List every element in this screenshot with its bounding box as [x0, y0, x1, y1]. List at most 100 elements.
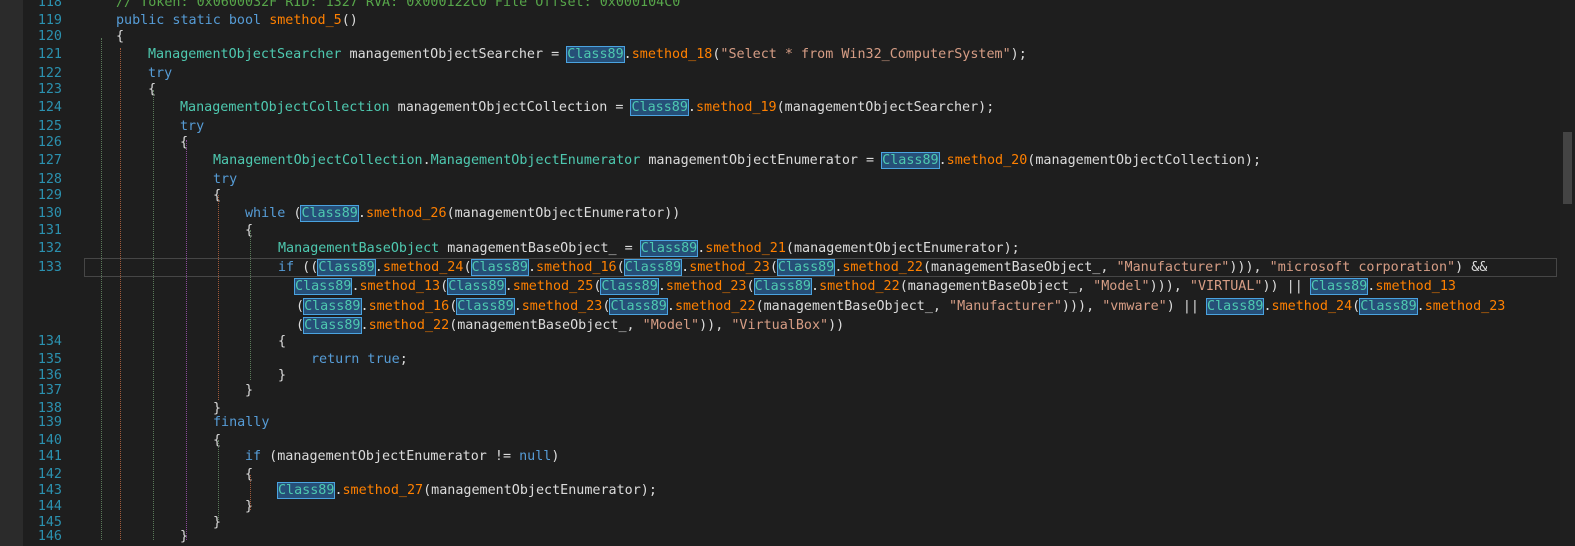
indent-guide — [101, 38, 102, 540]
code-line[interactable]: 137} — [0, 381, 1560, 400]
code-line[interactable]: 120 { — [0, 27, 1560, 46]
keyword: null — [519, 449, 552, 464]
method-name[interactable]: smethod_13 — [1375, 279, 1456, 294]
code-token: { — [278, 334, 287, 349]
indent-guide — [218, 195, 219, 400]
string-literal: "microsoft corporation" — [1269, 260, 1456, 275]
code-token: . — [1263, 299, 1272, 314]
code-line[interactable]: 129{ — [0, 186, 1560, 205]
string-literal: "Model" — [642, 318, 700, 333]
code-editor[interactable]: 118// Token: 0x0600032F RID: 1327 RVA: 0… — [0, 0, 1575, 546]
method-name[interactable]: smethod_13 — [360, 279, 441, 294]
code-token: ))), — [1149, 279, 1190, 294]
method-name[interactable]: smethod_23 — [689, 260, 770, 275]
vertical-scrollbar[interactable] — [1560, 0, 1575, 546]
type-name[interactable]: ManagementObjectEnumerator — [431, 153, 641, 168]
code-token: . — [360, 318, 369, 333]
indent-guide — [250, 230, 251, 380]
code-text: ManagementObjectSearcher managementObjec… — [148, 45, 1027, 64]
class-reference[interactable]: Class89 — [881, 152, 940, 169]
code-token: (managementObjectSearcher); — [776, 100, 995, 115]
class-reference[interactable]: Class89 — [456, 298, 515, 315]
method-name[interactable]: smethod_25 — [513, 279, 594, 294]
code-line[interactable]: 139 finally — [0, 413, 1560, 432]
code-line[interactable]: 127 ManagementObjectCollection.Management… — [0, 151, 1560, 170]
method-name[interactable]: smethod_24 — [1272, 299, 1353, 314]
class-reference[interactable]: Class89 — [1309, 278, 1369, 295]
method-name[interactable]: smethod_24 — [383, 260, 464, 275]
code-text: } — [245, 381, 253, 400]
method-name[interactable]: smethod_16 — [536, 260, 617, 275]
method-name[interactable]: smethod_23 — [666, 279, 747, 294]
scrollbar-thumb[interactable] — [1563, 132, 1572, 204]
class-reference[interactable]: Class89 — [600, 278, 659, 295]
class-reference[interactable]: Class89 — [566, 46, 625, 63]
indent-guide — [120, 48, 121, 540]
class-reference[interactable]: Class89 — [609, 298, 668, 315]
method-name[interactable]: smethod_27 — [343, 483, 424, 498]
method-name[interactable]: smethod_22 — [819, 279, 900, 294]
code-line[interactable]: (Class89.smethod_16(Class89.smethod_23(C… — [0, 297, 1560, 316]
code-text: ManagementBaseObject managementBaseObjec… — [278, 239, 1020, 258]
class-reference[interactable]: Class89 — [300, 205, 359, 222]
code-token: . — [938, 153, 947, 168]
class-reference[interactable]: Class89 — [276, 482, 336, 499]
code-line[interactable]: 124 ManagementObjectCollection management… — [0, 98, 1560, 117]
code-token: ( — [296, 318, 305, 333]
code-line[interactable]: 126{ — [0, 133, 1560, 152]
type-name[interactable]: ManagementBaseObject — [278, 241, 439, 256]
code-line[interactable]: 121 ManagementObjectSearcher managementOb… — [0, 45, 1560, 64]
code-line[interactable]: 133 if ((Class89.smethod_24(Class89.smeth… — [0, 258, 1560, 277]
code-token: { — [116, 29, 125, 44]
method-name[interactable]: smethod_21 — [705, 241, 786, 256]
method-name[interactable]: smethod_16 — [369, 299, 450, 314]
type-name[interactable]: ManagementObjectCollection — [213, 153, 423, 168]
code-token: . — [666, 299, 675, 314]
method-name[interactable]: smethod_20 — [947, 153, 1028, 168]
type-name[interactable]: ManagementObjectCollection — [180, 100, 390, 115]
comment: // Token: 0x0600032F RID: 1327 RVA: 0x00… — [116, 0, 681, 10]
class-reference[interactable]: Class89 — [630, 99, 689, 116]
string-literal: "Select * from Win32_ComputerSystem" — [720, 47, 1011, 62]
method-name[interactable]: smethod_22 — [675, 299, 756, 314]
code-token: . — [657, 279, 666, 294]
method-name[interactable]: smethod_23 — [1425, 299, 1506, 314]
class-reference[interactable]: Class89 — [317, 259, 376, 276]
keyword: while — [245, 206, 286, 221]
code-line[interactable]: 132 ManagementBaseObject managementBaseOb… — [0, 239, 1560, 258]
class-reference[interactable]: Class89 — [639, 240, 699, 257]
code-text: ManagementObjectCollection managementObj… — [180, 98, 994, 117]
method-name[interactable]: smethod_22 — [842, 260, 923, 275]
class-reference[interactable]: Class89 — [753, 278, 813, 295]
method-name[interactable]: smethod_18 — [632, 47, 713, 62]
code-line[interactable]: 146} — [0, 527, 1560, 546]
method-name[interactable]: smethod_26 — [366, 206, 447, 221]
method-name[interactable]: smethod_22 — [369, 318, 450, 333]
code-token: . — [811, 279, 820, 294]
line-number: 123 — [37, 82, 62, 97]
code-line[interactable]: 141 if (managementObjectEnumerator != nul… — [0, 447, 1560, 466]
class-reference[interactable]: Class89 — [303, 317, 362, 334]
class-reference[interactable]: Class89 — [303, 298, 362, 315]
code-line[interactable]: Class89.smethod_13(Class89.smethod_25(Cl… — [0, 277, 1560, 296]
code-line[interactable]: 123{ — [0, 80, 1560, 99]
method-name[interactable]: smethod_5 — [269, 13, 342, 28]
code-token: managementObjectSearcher = — [341, 47, 568, 62]
code-line[interactable]: 131{ — [0, 221, 1560, 240]
class-reference[interactable]: Class89 — [623, 259, 683, 276]
class-reference[interactable]: Class89 — [1206, 298, 1265, 315]
code-token: managementBaseObject_ = — [439, 241, 641, 256]
line-number: 124 — [37, 100, 62, 115]
code-token: ) && — [1455, 260, 1488, 275]
type-name[interactable]: ManagementObjectSearcher — [148, 47, 341, 62]
method-name[interactable]: smethod_23 — [522, 299, 603, 314]
class-reference[interactable]: Class89 — [1359, 298, 1418, 315]
line-number: 120 — [37, 29, 62, 44]
class-reference[interactable]: Class89 — [776, 259, 836, 276]
line-number: 139 — [37, 415, 62, 430]
class-reference[interactable]: Class89 — [470, 259, 529, 276]
code-line[interactable]: 134 { — [0, 332, 1560, 351]
method-name[interactable]: smethod_19 — [696, 100, 777, 115]
class-reference[interactable]: Class89 — [293, 278, 353, 295]
class-reference[interactable]: Class89 — [447, 278, 506, 295]
